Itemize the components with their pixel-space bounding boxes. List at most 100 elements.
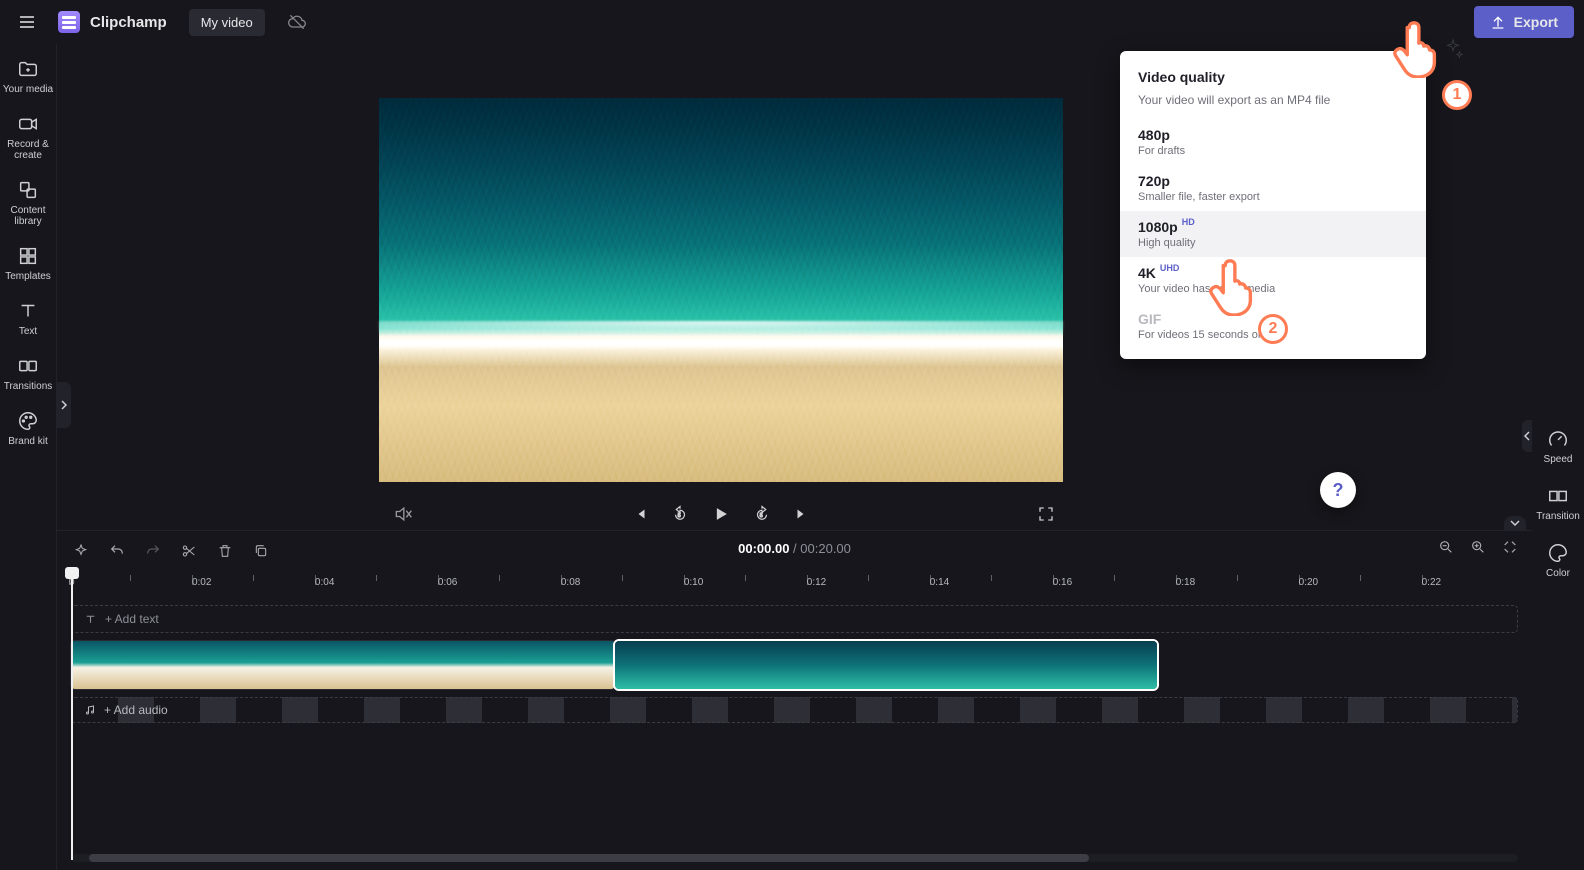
skip-prev-icon	[631, 505, 649, 523]
redo-button[interactable]	[145, 543, 161, 559]
rewind-5-button[interactable]: 5	[671, 505, 689, 523]
export-option-badge: HD	[1182, 217, 1195, 227]
export-option-name: 1080p	[1138, 219, 1178, 235]
rail-text[interactable]: Text	[0, 292, 56, 347]
rail-label: Transitions	[4, 381, 53, 392]
ruler-tick-label: 0:04	[315, 577, 334, 588]
popover-subtitle: Your video will export as an MP4 file	[1138, 93, 1408, 107]
audio-track-placeholder[interactable]: + Add audio	[71, 697, 1518, 723]
skip-next-icon	[793, 505, 811, 523]
export-option-sub: High quality	[1138, 237, 1408, 249]
right-property-rail: Speed Transition Color	[1532, 420, 1584, 591]
clip-1[interactable]	[71, 641, 615, 689]
export-quality-popover: Video quality Your video will export as …	[1120, 51, 1426, 359]
sparkle-icon	[73, 543, 89, 559]
export-option-480p[interactable]: 480pFor drafts	[1120, 119, 1426, 165]
export-option-badge: UHD	[1160, 263, 1180, 273]
timeline-scrollbar[interactable]	[71, 854, 1518, 862]
preview-foam	[379, 321, 1063, 367]
prop-color[interactable]: Color	[1532, 534, 1584, 591]
help-icon: ?	[1333, 480, 1344, 501]
zoom-in-button[interactable]	[1470, 539, 1486, 555]
rail-label: Record & create	[2, 139, 54, 161]
fit-icon	[1502, 539, 1518, 555]
playhead[interactable]	[71, 569, 73, 860]
type-icon	[17, 300, 39, 322]
undo-icon	[109, 543, 125, 559]
scissors-icon	[181, 543, 197, 559]
export-option-name: GIF	[1138, 311, 1161, 327]
export-option-name: 480p	[1138, 127, 1170, 143]
property-panel-expand[interactable]	[1504, 516, 1526, 530]
transitions-icon	[17, 355, 39, 377]
transport-bar: 5 5	[379, 496, 1063, 532]
export-option-4k[interactable]: 4KUHDYour video has no 4K media	[1120, 257, 1426, 303]
timeline-ruler[interactable]: 00:020:040:060:080:100:120:140:160:180:2…	[69, 575, 1520, 595]
add-audio-label: + Add audio	[104, 703, 168, 717]
export-option-gif: GIF For videos 15 seconds or less	[1120, 303, 1426, 349]
timeline-scrollbar-thumb[interactable]	[89, 854, 1089, 862]
export-button[interactable]: Export	[1474, 6, 1574, 38]
rail-label: Your media	[3, 84, 53, 95]
export-option-720p[interactable]: 720pSmaller file, faster export	[1120, 165, 1426, 211]
chevron-down-icon	[1510, 519, 1520, 527]
skip-next-button[interactable]	[793, 505, 811, 523]
export-option-1080p[interactable]: 1080p HD High quality	[1120, 211, 1426, 257]
export-option-name: 4K	[1138, 265, 1156, 281]
rail-label: Brand kit	[8, 436, 47, 447]
type-icon	[84, 613, 97, 626]
palette-icon	[17, 410, 39, 432]
popover-title: Video quality	[1138, 69, 1408, 85]
ruler-tick-label: 0:08	[561, 577, 580, 588]
mute-button[interactable]	[393, 504, 413, 524]
delete-button[interactable]	[217, 543, 233, 559]
export-option-sub: For videos 15 seconds or less	[1138, 329, 1408, 341]
help-fab[interactable]: ?	[1320, 472, 1356, 508]
chevron-left-icon	[1523, 431, 1531, 441]
rail-your-media[interactable]: Your media	[0, 50, 56, 105]
prop-transition[interactable]: Transition	[1532, 477, 1584, 534]
skip-prev-button[interactable]	[631, 505, 649, 523]
auto-compose-button[interactable]	[73, 543, 89, 559]
fit-button[interactable]	[1502, 539, 1518, 555]
rail-transitions[interactable]: Transitions	[0, 347, 56, 402]
rail-record-create[interactable]: Record & create	[0, 105, 56, 171]
left-nav-rail: Your media Record & create Content libra…	[0, 44, 57, 870]
right-rail-collapse-handle[interactable]	[1522, 420, 1532, 452]
zoom-out-button[interactable]	[1438, 539, 1454, 555]
add-text-label: + Add text	[105, 612, 159, 626]
ruler-tick-label: 0:06	[438, 577, 457, 588]
upload-icon	[1490, 14, 1506, 30]
duplicate-button[interactable]	[253, 543, 269, 559]
hamburger-menu-button[interactable]	[10, 5, 44, 39]
timecode-current: 00:00.00	[738, 541, 789, 556]
folder-add-icon	[17, 58, 39, 80]
trash-icon	[217, 543, 233, 559]
forward-icon: 5	[753, 505, 771, 523]
rail-content-library[interactable]: Content library	[0, 171, 56, 237]
video-preview[interactable]	[379, 98, 1063, 482]
svg-text:5: 5	[678, 513, 681, 519]
zoom-out-icon	[1438, 539, 1454, 555]
rail-templates[interactable]: Templates	[0, 237, 56, 292]
timeline-tracks: + Add text + Add audio	[71, 605, 1518, 836]
undo-button[interactable]	[109, 543, 125, 559]
speaker-off-icon	[393, 504, 413, 524]
cloud-sync-off-icon[interactable]	[287, 12, 307, 32]
fullscreen-icon	[1037, 505, 1055, 523]
clip-2-selected[interactable]	[615, 641, 1157, 689]
play-button[interactable]	[711, 504, 731, 524]
text-track-placeholder[interactable]: + Add text	[71, 605, 1518, 633]
project-title-chip[interactable]: My video	[189, 9, 265, 36]
rail-brand-kit[interactable]: Brand kit	[0, 402, 56, 457]
music-icon	[84, 704, 96, 716]
zoom-in-icon	[1470, 539, 1486, 555]
forward-5-button[interactable]: 5	[753, 505, 771, 523]
fullscreen-button[interactable]	[1037, 505, 1055, 523]
prop-label: Color	[1546, 568, 1570, 579]
prop-label: Transition	[1536, 511, 1580, 522]
prop-speed[interactable]: Speed	[1532, 420, 1584, 477]
ruler-tick-label: 0:02	[192, 577, 211, 588]
split-button[interactable]	[181, 543, 197, 559]
video-track[interactable]	[71, 641, 1518, 689]
